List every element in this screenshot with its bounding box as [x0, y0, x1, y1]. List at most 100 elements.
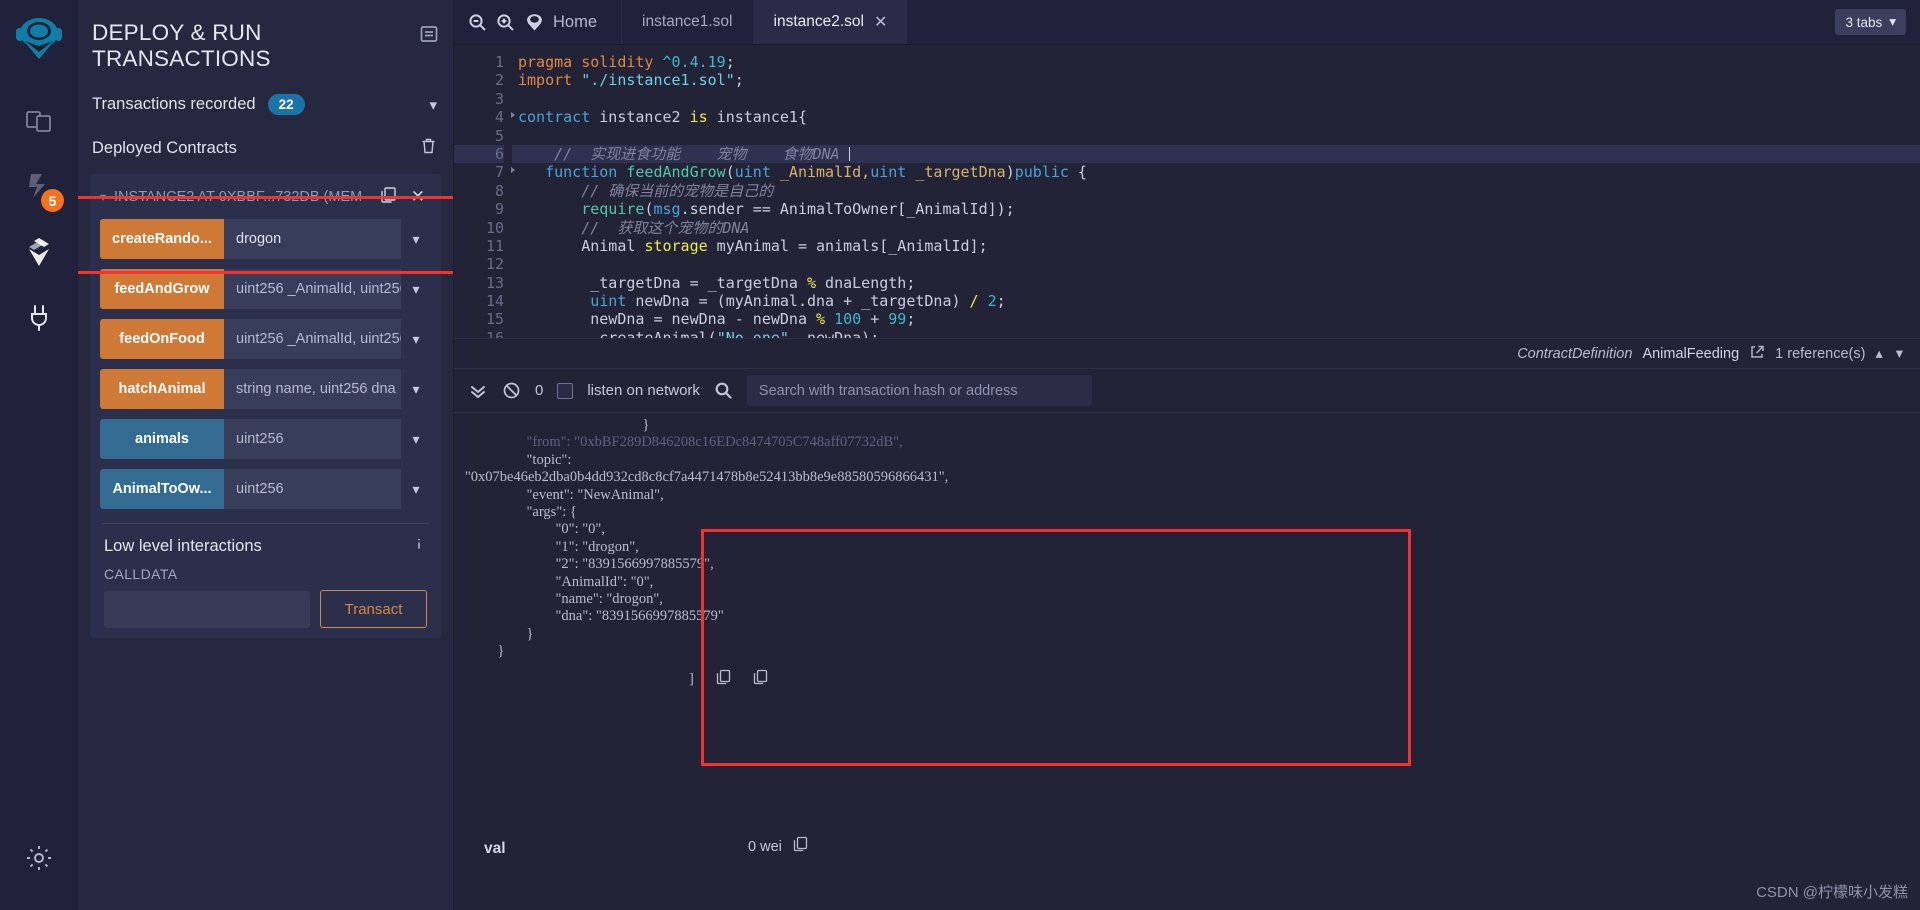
solidity-compiler-icon[interactable]	[12, 224, 66, 280]
function-input[interactable]: uint256	[224, 469, 401, 509]
chevron-down-icon[interactable]: ▾	[401, 469, 431, 509]
external-link-icon[interactable]	[1749, 344, 1765, 364]
close-icon[interactable]: ✕	[874, 12, 887, 32]
listen-on-network-checkbox[interactable]	[557, 382, 574, 399]
line-number: 9	[494, 200, 504, 219]
contract-instance-header[interactable]: ▾ INSTANCE2 AT 0XBBF...732DB (MEM ✕	[90, 174, 441, 219]
function-button[interactable]: feedOnFood	[100, 319, 224, 359]
zoom-out-icon[interactable]	[468, 13, 487, 32]
code-line[interactable]: import "./instance1.sol";	[512, 71, 1920, 89]
double-chevron-down-icon[interactable]	[468, 381, 488, 401]
log-line: "AnimalId": "0",	[454, 573, 654, 590]
settings-gear-icon[interactable]	[12, 830, 66, 886]
function-input[interactable]: uint256 _AnimalId, uint256 _targetDna	[224, 269, 401, 309]
search-icon[interactable]: 5	[12, 158, 66, 214]
deploy-run-sidebar: DEPLOY & RUN TRANSACTIONS Transactions r…	[78, 0, 454, 910]
function-button[interactable]: AnimalToOw...	[100, 469, 224, 509]
code-line[interactable]: _createAnimal("No-one", newDna);	[512, 329, 1920, 338]
code-line[interactable]: Animal storage myAnimal = animals[_Anima…	[512, 237, 1920, 255]
function-input[interactable]: string name, uint256 dna	[224, 369, 401, 409]
copy-icon[interactable]	[753, 669, 768, 690]
chevron-down-icon[interactable]: ▾	[429, 96, 437, 114]
editor-code[interactable]: pragma solidity ^0.4.19; import "./instan…	[512, 45, 1920, 338]
tab-label: instance2.sol	[773, 13, 864, 30]
code-token: ;	[996, 292, 1006, 311]
code-line[interactable]	[512, 127, 1920, 145]
terminal-search-input[interactable]	[746, 375, 1092, 406]
editor-tab-bar: Home instance1.sol instance2.sol ✕ 3 tab…	[454, 0, 1920, 45]
trash-icon[interactable]	[420, 137, 437, 160]
function-button[interactable]: feedAndGrow	[100, 269, 224, 309]
code-line[interactable]: uint newDna = (myAnimal.dna + _targetDna…	[512, 292, 1920, 310]
zoom-in-icon[interactable]	[496, 13, 515, 32]
code-line[interactable]	[512, 255, 1920, 273]
copy-icon[interactable]	[716, 669, 731, 690]
reference-count[interactable]: 1 reference(s)	[1775, 346, 1865, 362]
code-token: , newDna);	[788, 328, 880, 338]
info-icon[interactable]	[411, 536, 427, 556]
line-number: 7	[454, 163, 515, 181]
transactions-recorded-row[interactable]: Transactions recorded 22 ▾	[78, 94, 453, 115]
line-number: 3	[494, 89, 504, 108]
code-token: solidity	[581, 53, 663, 71]
code-line[interactable]: _targetDna = _targetDna % dnaLength;	[512, 274, 1920, 292]
transact-button[interactable]: Transact	[320, 590, 427, 628]
code-line[interactable]	[512, 90, 1920, 108]
function-input[interactable]: uint256 _AnimalId, uint256 _targetDna	[224, 319, 401, 359]
function-button[interactable]: createRando...	[100, 219, 224, 259]
code-token: _targetDna	[906, 163, 1006, 182]
copy-icon[interactable]	[376, 186, 401, 208]
file-explorer-icon[interactable]	[12, 92, 66, 148]
chevron-down-icon[interactable]: ▾	[401, 419, 431, 459]
log-line: "0": "0",	[454, 521, 605, 538]
line-number: 10	[485, 218, 504, 237]
low-level-interactions-title: Low level interactions	[104, 536, 262, 555]
code-line[interactable]: pragma solidity ^0.4.19;	[512, 53, 1920, 71]
val-label: val	[484, 840, 506, 857]
function-input[interactable]: drogon	[224, 219, 401, 259]
chevron-down-icon[interactable]: ▾	[401, 319, 431, 359]
chevron-up-icon[interactable]: ▴	[1875, 346, 1885, 362]
code-token: storage	[644, 236, 708, 255]
code-line[interactable]: function feedAndGrow(uint _AnimalId,uint…	[512, 163, 1920, 181]
copy-icon[interactable]	[793, 836, 808, 857]
home-tab[interactable]: Home	[524, 12, 611, 33]
code-editor[interactable]: 1 2 3 4 5 6 7 8 9 10 11 12 13 14 15 16 pragma solidity …	[454, 45, 1920, 338]
no-entry-icon[interactable]	[502, 381, 521, 400]
chevron-down-icon[interactable]: ▾	[401, 269, 431, 309]
chevron-down-icon: ▾	[1889, 14, 1896, 29]
code-token: _targetDna = _targetDna	[518, 273, 807, 292]
tabs-count-button[interactable]: 3 tabs ▾	[1835, 9, 1906, 35]
function-button[interactable]: animals	[100, 419, 224, 459]
chevron-down-icon[interactable]: ▾	[401, 219, 431, 259]
code-token: is	[689, 108, 708, 127]
code-line[interactable]: // 确保当前的宠物是自己的	[512, 182, 1920, 200]
code-line[interactable]: contract instance2 is instance1{	[512, 108, 1920, 126]
line-number: 14	[485, 292, 504, 311]
chevron-down-icon[interactable]: ▾	[1896, 346, 1906, 362]
code-token: pragma	[518, 53, 582, 71]
code-line[interactable]: newDna = newDna - newDna % 100 + 99;	[512, 310, 1920, 328]
definition-kind: ContractDefinition	[1517, 345, 1633, 362]
tab-instance1[interactable]: instance1.sol	[621, 0, 752, 44]
panel-toggle-icon[interactable]	[419, 24, 439, 49]
code-line[interactable]: // 获取这个宠物的DNA	[512, 219, 1920, 237]
search-icon[interactable]	[714, 381, 733, 400]
deploy-run-plugin-icon[interactable]	[12, 290, 66, 346]
chevron-down-icon[interactable]: ▾	[100, 190, 106, 204]
calldata-label: CALLDATA	[104, 566, 178, 582]
chevron-down-icon[interactable]: ▾	[401, 369, 431, 409]
function-input[interactable]: uint256	[224, 419, 401, 459]
function-button[interactable]: hatchAnimal	[100, 369, 224, 409]
code-line[interactable]: require(msg.sender == AnimalToOwner[_Ani…	[512, 200, 1920, 218]
close-icon[interactable]: ✕	[409, 187, 431, 207]
code-token: dnaLength;	[816, 273, 916, 292]
transactions-recorded-label: Transactions recorded	[92, 95, 256, 113]
log-close-bracket: ]	[689, 670, 694, 687]
code-line[interactable]: // 实现进食功能 宠物 食物DNA	[512, 144, 1920, 164]
log-line: "name": "drogon",	[454, 591, 663, 608]
code-token: )	[1005, 163, 1015, 182]
calldata-input[interactable]	[104, 590, 310, 628]
terminal-log: } "from": "0xbBF289D846208c16EDc8474705C…	[454, 413, 1920, 910]
tab-instance2[interactable]: instance2.sol ✕	[752, 0, 908, 44]
